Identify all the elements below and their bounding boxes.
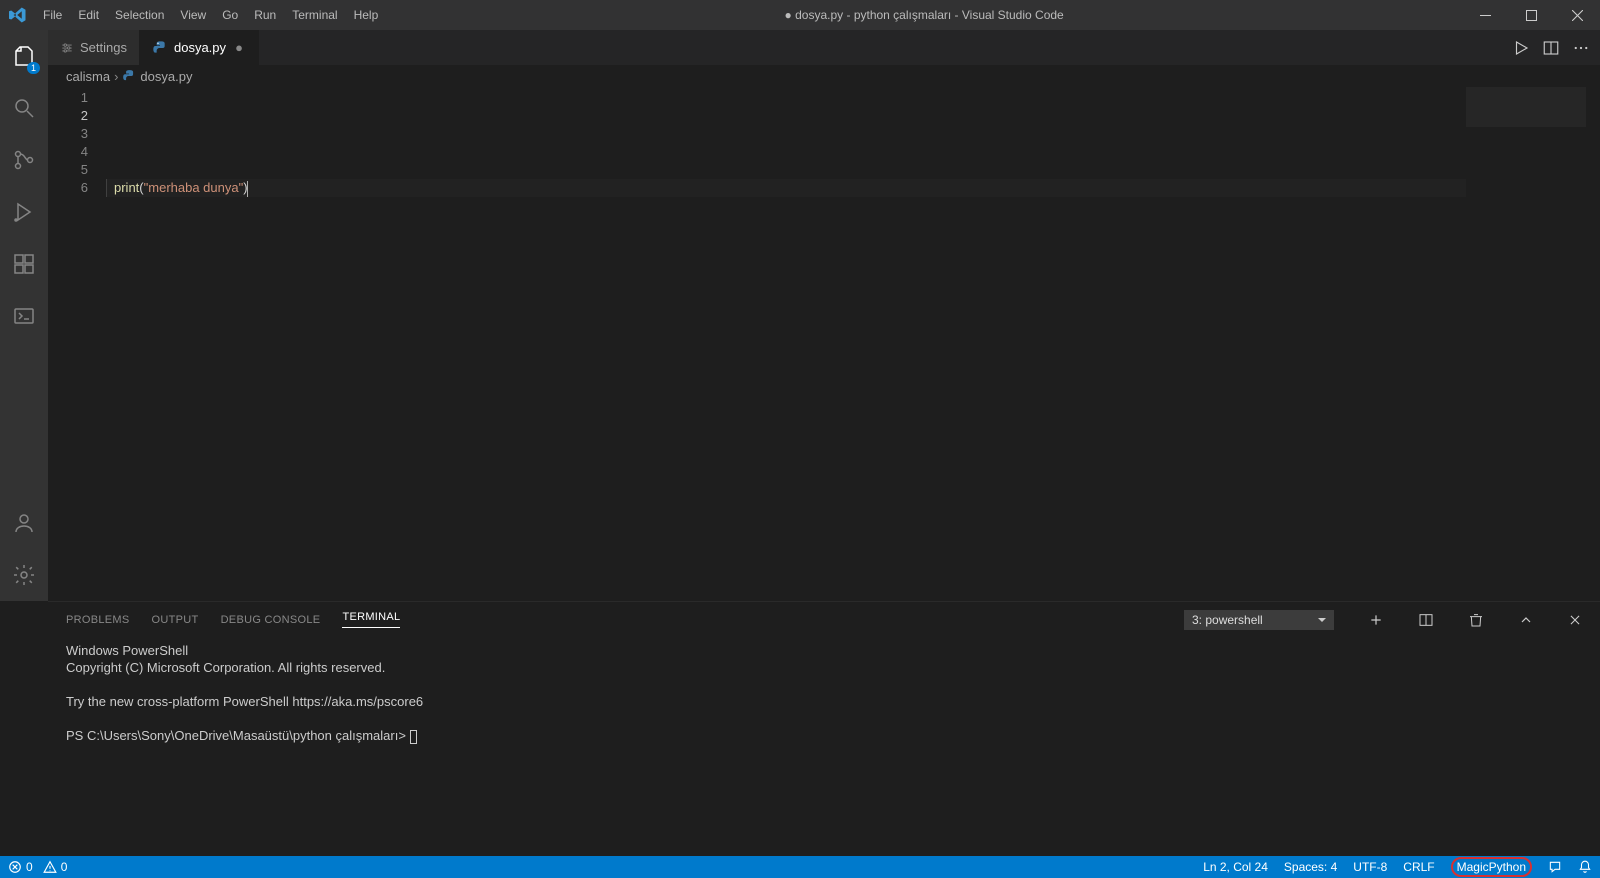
kill-terminal-icon[interactable]	[1468, 612, 1484, 628]
terminal-cursor	[410, 730, 417, 744]
menu-bar: File Edit Selection View Go Run Terminal…	[35, 0, 386, 30]
close-panel-icon[interactable]	[1568, 613, 1582, 627]
panel-tab-terminal[interactable]: TERMINAL	[342, 611, 400, 628]
minimize-button[interactable]	[1462, 0, 1508, 30]
minimap[interactable]	[1466, 87, 1586, 601]
menu-help[interactable]: Help	[346, 0, 387, 30]
tab-dosya-label: dosya.py	[174, 40, 226, 55]
split-editor-icon[interactable]	[1542, 39, 1560, 57]
status-bar: 0 0 Ln 2, Col 24 Spaces: 4 UTF-8 CRLF Ma…	[0, 856, 1600, 878]
tab-bar: Settings dosya.py ●	[48, 30, 1600, 65]
maximize-button[interactable]	[1508, 0, 1554, 30]
activity-bar: 1	[0, 30, 48, 601]
menu-file[interactable]: File	[35, 0, 70, 30]
status-feedback-icon[interactable]	[1540, 856, 1570, 878]
accounts-icon[interactable]	[0, 507, 48, 539]
panel-tab-problems[interactable]: PROBLEMS	[66, 614, 130, 626]
editor-area: Settings dosya.py ● calisma › dosya.py 1	[48, 30, 1600, 601]
tab-dosya-py[interactable]: dosya.py ●	[140, 30, 259, 65]
run-debug-icon[interactable]	[0, 196, 48, 228]
window-title: ● dosya.py - python çalışmaları - Visual…	[386, 8, 1462, 22]
status-language-mode[interactable]: MagicPython	[1443, 856, 1540, 878]
status-errors[interactable]: 0 0	[0, 856, 75, 878]
settings-icon[interactable]	[0, 559, 48, 591]
status-encoding[interactable]: UTF-8	[1345, 856, 1395, 878]
terminal-selector[interactable]: 3: powershell	[1184, 610, 1334, 630]
menu-edit[interactable]: Edit	[70, 0, 107, 30]
panel-tab-output[interactable]: OUTPUT	[152, 614, 199, 626]
search-icon[interactable]	[0, 92, 48, 124]
explorer-icon[interactable]: 1	[0, 40, 48, 72]
terminal-output[interactable]: Windows PowerShell Copyright (C) Microso…	[48, 637, 1600, 856]
panel-tabs: PROBLEMS OUTPUT DEBUG CONSOLE TERMINAL 3…	[48, 602, 1600, 637]
split-terminal-icon[interactable]	[1418, 612, 1434, 628]
editor-actions	[1502, 30, 1600, 65]
chevron-right-icon: ›	[114, 69, 118, 84]
title-bar: File Edit Selection View Go Run Terminal…	[0, 0, 1600, 30]
status-indentation[interactable]: Spaces: 4	[1276, 856, 1345, 878]
maximize-panel-icon[interactable]	[1518, 612, 1534, 628]
menu-view[interactable]: View	[172, 0, 214, 30]
tab-settings-label: Settings	[80, 40, 127, 55]
window-controls	[1462, 0, 1600, 30]
python-file-icon	[122, 69, 136, 83]
vertical-scrollbar[interactable]	[1586, 87, 1600, 601]
menu-go[interactable]: Go	[214, 0, 246, 30]
breadcrumb-file[interactable]: dosya.py	[140, 69, 192, 84]
source-control-icon[interactable]	[0, 144, 48, 176]
python-file-icon	[152, 40, 168, 56]
more-actions-icon[interactable]	[1572, 39, 1590, 57]
close-button[interactable]	[1554, 0, 1600, 30]
status-cursor-position[interactable]: Ln 2, Col 24	[1195, 856, 1276, 878]
tab-dirty-indicator[interactable]: ●	[232, 40, 246, 55]
menu-selection[interactable]: Selection	[107, 0, 172, 30]
line-gutter: 1 2 3 4 5 6	[48, 87, 106, 601]
code-content[interactable]: print("merhaba dunya")	[106, 87, 1466, 601]
run-file-icon[interactable]	[1512, 39, 1530, 57]
breadcrumb[interactable]: calisma › dosya.py	[48, 65, 1600, 87]
breadcrumb-folder[interactable]: calisma	[66, 69, 110, 84]
new-terminal-icon[interactable]	[1368, 612, 1384, 628]
panel-tab-debug-console[interactable]: DEBUG CONSOLE	[221, 614, 321, 626]
menu-terminal[interactable]: Terminal	[284, 0, 345, 30]
text-cursor	[247, 181, 248, 197]
status-notifications-icon[interactable]	[1570, 856, 1600, 878]
bottom-panel: PROBLEMS OUTPUT DEBUG CONSOLE TERMINAL 3…	[48, 601, 1600, 856]
tab-settings[interactable]: Settings	[48, 30, 140, 65]
extensions-icon[interactable]	[0, 248, 48, 280]
status-eol[interactable]: CRLF	[1395, 856, 1442, 878]
menu-run[interactable]: Run	[246, 0, 284, 30]
settings-tab-icon	[60, 41, 74, 55]
code-editor[interactable]: 1 2 3 4 5 6 print("merhaba dunya")	[48, 87, 1600, 601]
explorer-badge: 1	[27, 62, 40, 74]
powershell-ext-icon[interactable]	[0, 300, 48, 332]
vscode-logo-icon	[0, 6, 35, 24]
